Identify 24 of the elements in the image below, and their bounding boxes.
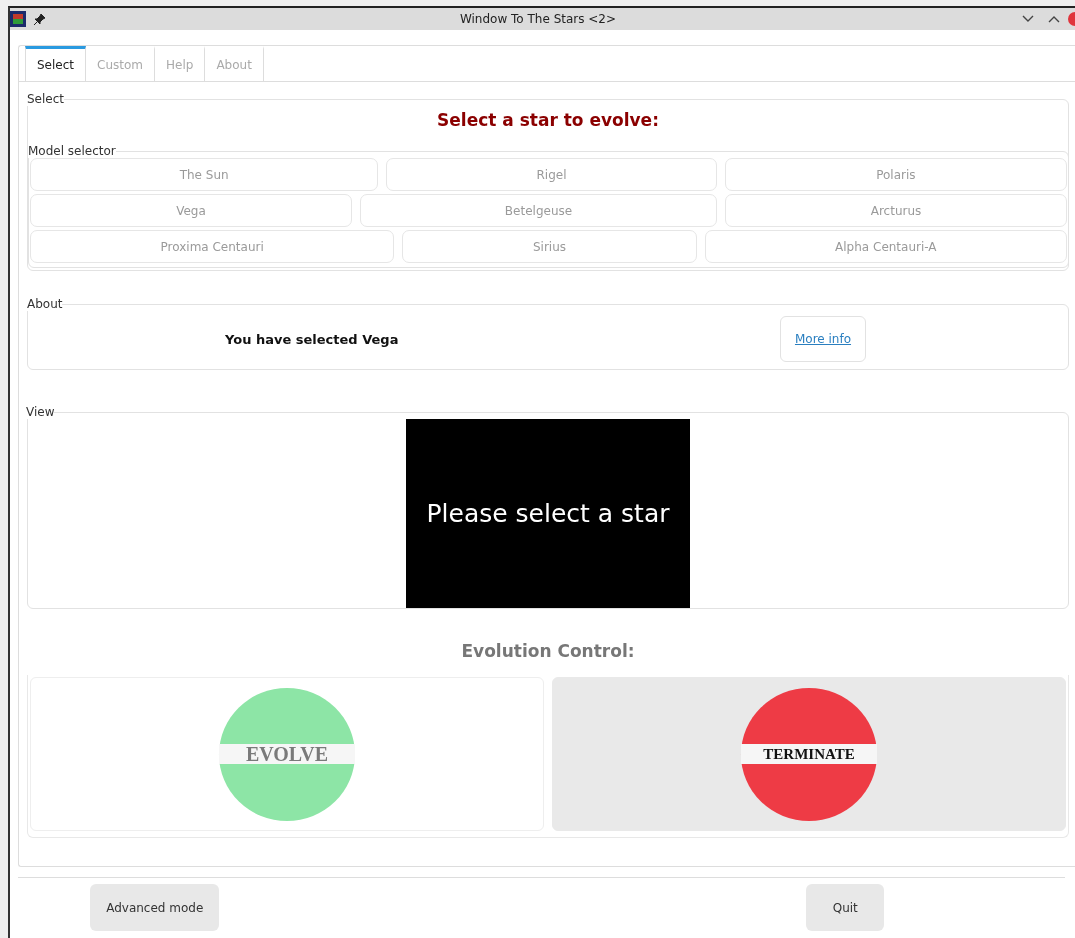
- group-label: View: [26, 405, 55, 419]
- star-button[interactable]: The Sun: [30, 158, 379, 191]
- star-button[interactable]: Rigel: [386, 158, 717, 191]
- star-button[interactable]: Vega: [30, 194, 352, 227]
- star-button[interactable]: Arcturus: [725, 194, 1067, 227]
- tab[interactable]: Select: [25, 46, 87, 81]
- view-message: Please select a star: [426, 499, 670, 528]
- star-button[interactable]: Sirius: [402, 230, 697, 263]
- evolve-button[interactable]: EVOLVE: [219, 687, 355, 821]
- advanced-mode-button[interactable]: Advanced mode: [90, 884, 220, 931]
- star-button[interactable]: Alpha Centauri-A: [704, 230, 1067, 263]
- star-button[interactable]: Proxima Centauri: [30, 230, 395, 263]
- terminate-button[interactable]: TERMINATE: [741, 687, 877, 821]
- quit-button[interactable]: Quit: [806, 884, 885, 931]
- selection-message: You have selected Vega: [225, 331, 399, 347]
- star-button[interactable]: Polaris: [724, 158, 1067, 191]
- group-label: About: [27, 297, 63, 311]
- group-label: Select: [27, 92, 65, 106]
- window-title: Window To The Stars <2>: [458, 12, 618, 26]
- more-info-link[interactable]: More info: [780, 316, 866, 362]
- star-button[interactable]: Betelgeuse: [360, 194, 717, 227]
- section-heading: Evolution Control:: [460, 641, 636, 661]
- section-heading: Select a star to evolve:: [436, 110, 660, 130]
- group-label: Model selector: [28, 144, 116, 158]
